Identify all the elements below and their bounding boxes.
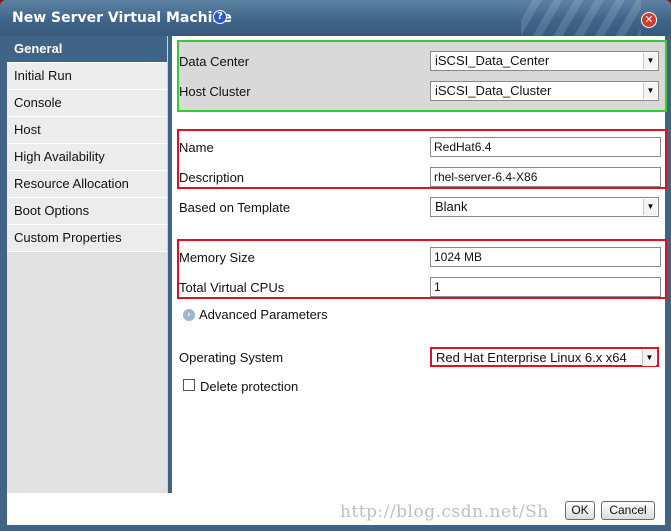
sidebar-item-general[interactable]: General bbox=[7, 36, 167, 63]
sidebar-item-custom-properties[interactable]: Custom Properties bbox=[7, 225, 167, 252]
operating-system-label: Operating System bbox=[179, 350, 284, 365]
memory-size-field[interactable]: 1024 MB bbox=[430, 247, 661, 267]
help-icon[interactable]: ? bbox=[213, 10, 227, 24]
sidebar-item-high-availability[interactable]: High Availability bbox=[7, 144, 167, 171]
delete-protection-checkbox[interactable] bbox=[183, 379, 195, 391]
titlebar-decoration bbox=[521, 0, 641, 36]
host-cluster-select[interactable]: iSCSI_Data_Cluster ▼ bbox=[430, 81, 659, 101]
dialog-titlebar[interactable]: New Server Virtual Machine ? ✕ bbox=[0, 0, 671, 36]
advanced-parameters-toggle[interactable]: Advanced Parameters bbox=[199, 307, 328, 322]
host-cluster-value: iSCSI_Data_Cluster bbox=[435, 83, 552, 98]
name-field[interactable]: RedHat6.4 bbox=[430, 137, 661, 157]
template-value: Blank bbox=[435, 199, 468, 214]
chevron-down-icon: ▼ bbox=[643, 199, 657, 215]
description-label: Description bbox=[179, 170, 245, 185]
template-select[interactable]: Blank ▼ bbox=[430, 197, 659, 217]
operating-system-value: Red Hat Enterprise Linux 6.x x64 bbox=[436, 350, 627, 365]
data-center-value: iSCSI_Data_Center bbox=[435, 53, 550, 68]
sidebar-item-host[interactable]: Host bbox=[7, 117, 167, 144]
delete-protection-label[interactable]: Delete protection bbox=[200, 379, 298, 394]
sidebar-item-console[interactable]: Console bbox=[7, 90, 167, 117]
description-field[interactable]: rhel-server-6.4-X86 bbox=[430, 167, 661, 187]
new-vm-dialog: New Server Virtual Machine ? ✕ General I… bbox=[0, 0, 671, 531]
chevron-down-icon: ▼ bbox=[643, 83, 657, 99]
template-label: Based on Template bbox=[179, 200, 291, 215]
general-tab-content: Data Center iSCSI_Data_Center ▼ Host Clu… bbox=[168, 36, 667, 493]
name-label: Name bbox=[179, 140, 214, 155]
host-cluster-label: Host Cluster bbox=[179, 84, 251, 99]
sidebar-item-resource-allocation[interactable]: Resource Allocation bbox=[7, 171, 167, 198]
dialog-footer: OK Cancel bbox=[7, 493, 665, 525]
dialog-body: General Initial Run Console Host High Av… bbox=[7, 36, 667, 493]
cancel-button[interactable]: Cancel bbox=[601, 501, 655, 520]
ok-button[interactable]: OK bbox=[565, 501, 595, 520]
sidebar-empty-area bbox=[7, 252, 167, 493]
memory-size-label: Memory Size bbox=[179, 250, 255, 265]
data-center-label: Data Center bbox=[179, 54, 250, 69]
chevron-down-icon: ▼ bbox=[642, 350, 656, 366]
total-cpus-field[interactable]: 1 bbox=[430, 277, 661, 297]
sidebar-item-initial-run[interactable]: Initial Run bbox=[7, 63, 167, 90]
close-icon[interactable]: ✕ bbox=[641, 12, 657, 28]
chevron-down-icon: ▼ bbox=[643, 53, 657, 69]
chevron-right-icon[interactable]: › bbox=[183, 309, 195, 321]
watermark: http://blog.csdn.net/Sh bbox=[340, 502, 549, 522]
dialog-title: New Server Virtual Machine bbox=[12, 10, 232, 26]
operating-system-select[interactable]: Red Hat Enterprise Linux 6.x x64 ▼ bbox=[430, 347, 659, 367]
sidebar: General Initial Run Console Host High Av… bbox=[7, 36, 168, 493]
total-cpus-label: Total Virtual CPUs bbox=[179, 280, 285, 295]
data-center-select[interactable]: iSCSI_Data_Center ▼ bbox=[430, 51, 659, 71]
sidebar-item-boot-options[interactable]: Boot Options bbox=[7, 198, 167, 225]
